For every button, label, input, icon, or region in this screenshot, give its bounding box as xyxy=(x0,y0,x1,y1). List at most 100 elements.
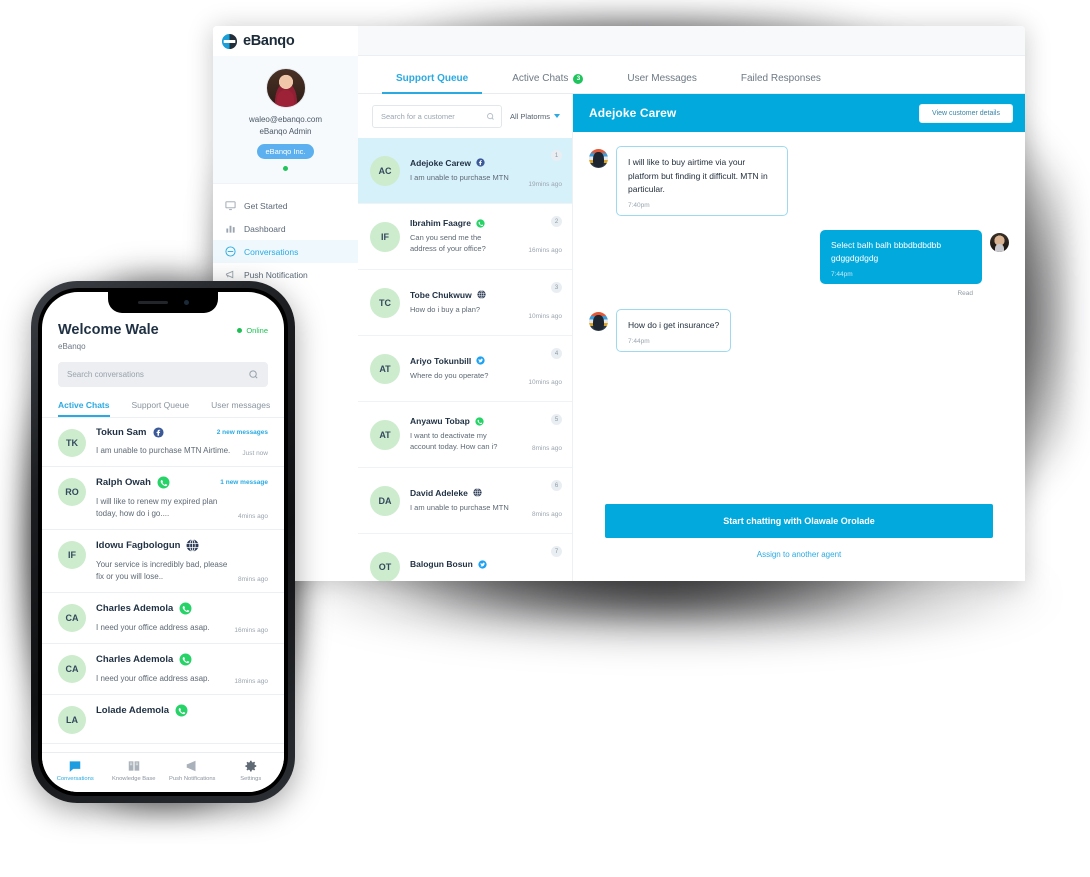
book-icon xyxy=(128,761,139,771)
conversation-row[interactable]: AT Ariyo Tokunbill Where do you operate?… xyxy=(358,336,572,402)
preview-text: I will like to renew my expired plan tod… xyxy=(96,497,218,518)
globe-icon xyxy=(186,539,199,552)
preview-text: I want to deactivate my account today. H… xyxy=(410,431,498,451)
preview-text: Can you send me the address of your offi… xyxy=(410,233,486,253)
list-item[interactable]: RO Ralph Owah 1 new message I will like xyxy=(42,467,284,530)
platform-filter-dropdown[interactable]: All Platorms xyxy=(510,112,564,121)
bottom-nav-label: Push Notifications xyxy=(169,776,216,782)
contact-name: David Adeleke xyxy=(410,487,468,498)
contact-name: Tokun Sam xyxy=(96,427,147,438)
search-input[interactable]: Search for a customer xyxy=(372,104,502,128)
globe-icon xyxy=(473,488,482,497)
sidebar-item-label: Dashboard xyxy=(244,223,286,234)
view-customer-details-button[interactable]: View customer details xyxy=(919,103,1013,123)
preview-text: I am unable to purchase MTN xyxy=(410,502,509,512)
unread-badge: 2 new messages xyxy=(216,429,268,436)
sidebar-item-dashboard[interactable]: Dashboard xyxy=(213,217,358,240)
tab-label: Active Chats xyxy=(512,73,569,84)
sidebar-item-get-started[interactable]: Get Started xyxy=(213,194,358,217)
contact-name: Charles Ademola xyxy=(96,654,174,665)
desktop-window: eBanqo waleo@ebanqo.com eBanqo Admin eBa… xyxy=(213,26,1025,581)
conversation-row[interactable]: DA David Adeleke I am unable to purchase… xyxy=(358,468,572,534)
conversation-row[interactable]: AT Anyawu Tobap I want to deactivate my … xyxy=(358,402,572,468)
megaphone-icon xyxy=(187,760,196,772)
profile-email: waleo@ebanqo.com xyxy=(248,115,323,124)
phone-device: Welcome Wale Online eBanqo Search conver… xyxy=(31,281,295,803)
conversation-row[interactable]: AC Adejoke Carew I am unable to purchase… xyxy=(358,138,572,204)
whatsapp-icon xyxy=(179,602,192,615)
avatar: RO xyxy=(58,478,86,506)
mobile-brand: eBanqo xyxy=(58,342,86,351)
bottom-nav-settings[interactable]: Settings xyxy=(222,759,281,782)
list-item[interactable]: CA Charles Ademola I need your office ad… xyxy=(42,644,284,695)
bar-chart-icon xyxy=(226,225,235,233)
search-icon xyxy=(249,370,258,379)
tab-user-messages[interactable]: User messages xyxy=(211,400,270,417)
sidebar-item-label: Push Notification xyxy=(244,269,308,280)
queue-number: 2 xyxy=(551,216,562,227)
message-time: 7:40pm xyxy=(628,201,650,209)
ebanqo-logo-icon xyxy=(221,32,238,50)
conversation-list-column: Search for a customer All Platorms AC Ad… xyxy=(358,94,573,581)
speaker-grille xyxy=(137,301,168,304)
preview-text: I need your office address asap. xyxy=(96,623,210,632)
message-text: How do i get insurance? xyxy=(628,319,720,330)
message-row-incoming: I will like to buy airtime via your plat… xyxy=(589,146,1009,216)
whatsapp-icon xyxy=(476,219,485,228)
conversation-row[interactable]: TC Tobe Chukwuw How do i buy a plan? 3 1… xyxy=(358,270,572,336)
assign-agent-link[interactable]: Assign to another agent xyxy=(605,550,993,559)
tab-active-chats[interactable]: Active Chats 3 xyxy=(490,73,605,93)
avatar: LA xyxy=(58,706,86,734)
tab-failed-responses[interactable]: Failed Responses xyxy=(719,73,843,93)
conversation-list[interactable]: AC Adejoke Carew I am unable to purchase… xyxy=(358,138,572,581)
queue-number: 7 xyxy=(551,546,562,557)
preview-text: Where do you operate? xyxy=(410,370,489,380)
tab-active-chats[interactable]: Active Chats xyxy=(58,400,110,417)
bottom-nav-push-notifications[interactable]: Push Notifications xyxy=(163,759,222,782)
sidebar-item-conversations[interactable]: Conversations xyxy=(213,240,358,263)
preview-text: I am unable to purchase MTN Airtime. xyxy=(96,446,231,455)
tab-support-queue[interactable]: Support Queue xyxy=(374,73,490,94)
search-placeholder: Search conversations xyxy=(67,370,144,379)
list-item[interactable]: TK Tokun Sam 2 new messages I am unable xyxy=(42,418,284,467)
contact-name: Ariyo Tokunbill xyxy=(410,355,472,366)
list-item[interactable]: CA Charles Ademola I need your office ad… xyxy=(42,593,284,644)
avatar[interactable] xyxy=(265,68,306,108)
whatsapp-icon xyxy=(157,476,170,489)
avatar: DA xyxy=(370,485,400,516)
message-bubble: Select balh balh bbbdbdbdbb gdggdgdgdg 7… xyxy=(820,229,982,284)
message-text: Select balh balh bbbdbdbdbb gdggdgdgdg xyxy=(831,239,942,264)
chat-icon xyxy=(70,761,81,772)
queue-number: 6 xyxy=(551,480,562,491)
contact-name: Ibrahim Faagre xyxy=(410,218,471,229)
list-item[interactable]: LA Lolade Ademola xyxy=(42,695,284,744)
queue-number: 3 xyxy=(551,282,562,293)
tab-support-queue[interactable]: Support Queue xyxy=(132,400,190,417)
queue-number: 5 xyxy=(551,414,562,425)
mobile-conversation-list[interactable]: TK Tokun Sam 2 new messages I am unable xyxy=(42,417,284,752)
conversation-row[interactable]: OT Balogun Bosun 7 xyxy=(358,534,572,581)
avatar: AT xyxy=(370,419,400,450)
timestamp: 19mins ago xyxy=(528,181,562,188)
bottom-nav-label: Knowledge Base xyxy=(111,776,156,782)
brand-name: eBanqo xyxy=(243,33,295,49)
list-item[interactable]: IF Idowu Fagbologun Your service is incr… xyxy=(42,530,284,593)
message-text: I will like to buy airtime via your plat… xyxy=(628,157,768,195)
start-chatting-button[interactable]: Start chatting with Olawale Orolade xyxy=(605,504,993,538)
tab-user-messages[interactable]: User Messages xyxy=(605,73,718,93)
contact-name: Tobe Chukwuw xyxy=(410,289,472,300)
profile-role: eBanqo Admin xyxy=(259,127,312,136)
search-input[interactable]: Search conversations xyxy=(58,362,268,387)
conversation-row[interactable]: IF Ibrahim Faagre Can you send me the ad… xyxy=(358,204,572,270)
customer-avatar xyxy=(589,149,608,168)
brand-logo[interactable]: eBanqo xyxy=(213,26,358,56)
status-label: Online xyxy=(246,325,268,335)
bottom-nav-knowledge-base[interactable]: Knowledge Base xyxy=(105,759,164,782)
contact-name: Idowu Fagbologun xyxy=(96,540,181,551)
avatar: TK xyxy=(58,429,86,457)
bottom-nav-conversations[interactable]: Conversations xyxy=(46,759,105,782)
avatar: IF xyxy=(58,541,86,569)
timestamp: 18mins ago xyxy=(234,678,268,685)
twitter-icon xyxy=(478,559,487,569)
timestamp: 8mins ago xyxy=(238,576,268,583)
